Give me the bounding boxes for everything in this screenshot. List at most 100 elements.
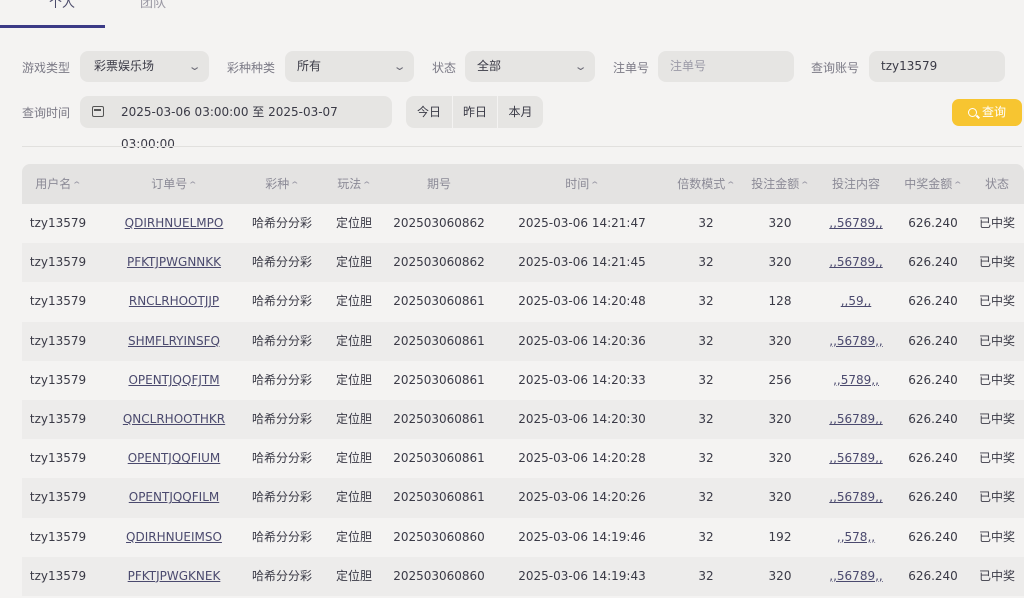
cell-play: 定位胆 xyxy=(335,216,372,230)
chevron-down-icon: ⌄ xyxy=(573,60,588,73)
cell-username: tzy13579 xyxy=(29,294,87,309)
cell-multiplier: 32 xyxy=(698,411,714,426)
cell-order-no[interactable]: QDIRHNUELMPO xyxy=(94,204,254,243)
sort-icon: ⌃ xyxy=(361,181,373,191)
cell-time: 2025-03-06 14:21:47 xyxy=(518,216,646,230)
cell-win-amount: 626.240 xyxy=(908,490,958,505)
cell-win-amount: 626.240 xyxy=(908,411,958,426)
sort-icon: ⌃ xyxy=(589,181,601,191)
cell-multiplier: 32 xyxy=(698,255,714,270)
cell-issue: 202503060861 xyxy=(393,333,485,348)
cell-win-amount: 626.240 xyxy=(908,216,958,230)
column-header-issue: 期号 xyxy=(426,177,451,191)
cell-bet-amount: 128 xyxy=(768,294,792,309)
cell-bet-content[interactable]: ,,578,, xyxy=(816,518,896,557)
quick-today-button[interactable]: 今日 xyxy=(406,96,452,128)
cell-order-no[interactable]: OPENTJQQFIUM xyxy=(94,439,254,478)
cell-bet-amount: 320 xyxy=(768,411,792,426)
cell-play: 定位胆 xyxy=(335,294,372,309)
date-range-picker[interactable]: 2025-03-06 03:00:00 至 2025-03-07 03:00:0… xyxy=(80,96,392,151)
cell-win-amount: 626.240 xyxy=(908,255,958,270)
table-row: tzy13579 PFKTJPWGNNKK 哈希分分彩 定位胆 202503060862… xyxy=(22,243,1024,283)
game-type-select[interactable]: 彩票娱乐场 ⌄ xyxy=(80,51,209,82)
cell-bet-content[interactable]: ,,56789,, xyxy=(816,439,896,478)
cell-username: tzy13579 xyxy=(29,255,87,270)
cell-time: 2025-03-06 14:20:33 xyxy=(518,372,646,387)
cell-order-no[interactable]: QNCLRHOOTHKR xyxy=(94,400,254,439)
column-header-status: 状态 xyxy=(984,177,1009,191)
cell-order-no[interactable]: OPENTJQQFILM xyxy=(94,478,254,517)
column-header-order-no[interactable]: 订单号⌃ xyxy=(94,164,254,204)
lottery-kind-select[interactable]: 所有 ⌄ xyxy=(285,51,414,82)
cell-issue: 202503060862 xyxy=(393,216,485,230)
account-input[interactable]: tzy13579 xyxy=(869,51,1005,82)
cell-lottery: 哈希分分彩 xyxy=(251,529,312,544)
cell-status: 已中奖 xyxy=(978,411,1015,426)
cell-play: 定位胆 xyxy=(335,529,372,544)
quick-yesterday-button[interactable]: 昨日 xyxy=(452,96,497,128)
cell-status: 已中奖 xyxy=(978,372,1015,387)
column-header-play[interactable]: 玩法⌃ xyxy=(324,164,384,204)
cell-order-no[interactable]: PFKTJPWGNNKK xyxy=(94,243,254,282)
cell-win-amount: 626.240 xyxy=(908,333,958,348)
cell-lottery: 哈希分分彩 xyxy=(251,333,312,348)
cell-order-no[interactable]: SHMFLRYINSFQ xyxy=(94,322,254,361)
cell-bet-content[interactable]: ,,56789,, xyxy=(816,400,896,439)
tab-personal[interactable]: 个人 xyxy=(20,0,104,12)
cell-status: 已中奖 xyxy=(978,255,1015,270)
table-row: tzy13579 OPENTJQQFILM 哈希分分彩 定位胆 202503060861… xyxy=(22,478,1024,518)
account-value: tzy13579 xyxy=(881,59,938,73)
cell-time: 2025-03-06 14:20:30 xyxy=(518,411,646,426)
column-header-win-amount[interactable]: 中奖金额⌃ xyxy=(896,164,970,204)
cell-lottery: 哈希分分彩 xyxy=(251,255,312,270)
table-row: tzy13579 SHMFLRYINSFQ 哈希分分彩 定位胆 202503060861… xyxy=(22,321,1024,361)
column-header-username[interactable]: 用户名⌃ xyxy=(22,164,94,204)
cell-username: tzy13579 xyxy=(29,372,87,387)
cell-bet-content[interactable]: ,,56789,, xyxy=(816,478,896,517)
cell-bet-content[interactable]: ,,56789,, xyxy=(816,243,896,282)
cell-order-no[interactable]: QDIRHNUEIMSO xyxy=(94,518,254,557)
lottery-kind-value: 所有 xyxy=(297,59,322,73)
query-button[interactable]: 查询 xyxy=(952,99,1022,126)
cell-bet-content[interactable]: ,,56789,, xyxy=(816,322,896,361)
cell-play: 定位胆 xyxy=(335,568,372,583)
cell-status: 已中奖 xyxy=(978,490,1015,505)
cell-time: 2025-03-06 14:20:28 xyxy=(518,451,646,466)
cell-time: 2025-03-06 14:21:45 xyxy=(518,255,646,270)
cell-lottery: 哈希分分彩 xyxy=(251,490,312,505)
table-row: tzy13579 QNCLRHOOTHKR 哈希分分彩 定位胆 202503060861… xyxy=(22,399,1024,440)
column-header-lottery[interactable]: 彩种⌃ xyxy=(240,164,324,204)
chevron-down-icon: ⌄ xyxy=(187,60,202,73)
chevron-down-icon: ⌄ xyxy=(392,60,407,73)
cell-time: 2025-03-06 14:19:46 xyxy=(518,529,646,544)
active-tab-indicator xyxy=(0,25,105,28)
column-header-time[interactable]: 时间⌃ xyxy=(502,164,662,204)
table-row: tzy13579 QDIRHNUELMPO 哈希分分彩 定位胆 202503060862… xyxy=(22,204,1024,243)
column-header-bet-amount[interactable]: 投注金额⌃ xyxy=(744,164,816,204)
cell-play: 定位胆 xyxy=(335,372,372,387)
sort-icon: ⌃ xyxy=(952,181,964,191)
account-label: 查询账号 xyxy=(811,61,860,75)
cell-order-no[interactable]: PFKTJPWGKNEK xyxy=(94,557,254,596)
column-header-multiplier[interactable]: 倍数模式⌃ xyxy=(668,164,744,204)
status-select[interactable]: 全部 ⌄ xyxy=(465,51,595,82)
cell-bet-content[interactable]: ,,59,, xyxy=(816,282,896,321)
cell-bet-content[interactable]: ,,56789,, xyxy=(816,557,896,596)
table-body: tzy13579 QDIRHNUELMPO 哈希分分彩 定位胆 202503060862… xyxy=(22,204,1024,596)
cell-bet-amount: 320 xyxy=(768,451,792,466)
quick-month-button[interactable]: 本月 xyxy=(497,96,543,128)
cell-bet-content[interactable]: ,,5789,, xyxy=(816,361,896,400)
tab-team[interactable]: 团队 xyxy=(140,0,180,12)
cell-multiplier: 32 xyxy=(698,490,714,505)
cell-order-no[interactable]: RNCLRHOOTJJP xyxy=(94,282,254,321)
cell-multiplier: 32 xyxy=(698,529,714,544)
cell-order-no[interactable]: OPENTJQQFJTM xyxy=(94,361,254,400)
cell-play: 定位胆 xyxy=(335,490,372,505)
cell-win-amount: 626.240 xyxy=(908,294,958,309)
status-value: 全部 xyxy=(477,59,502,73)
cell-play: 定位胆 xyxy=(335,333,372,348)
column-header-bet-content: 投注内容 xyxy=(831,177,880,191)
order-no-input[interactable]: 注单号 xyxy=(658,51,794,82)
cell-issue: 202503060860 xyxy=(393,529,485,544)
cell-bet-content[interactable]: ,,56789,, xyxy=(816,204,896,243)
